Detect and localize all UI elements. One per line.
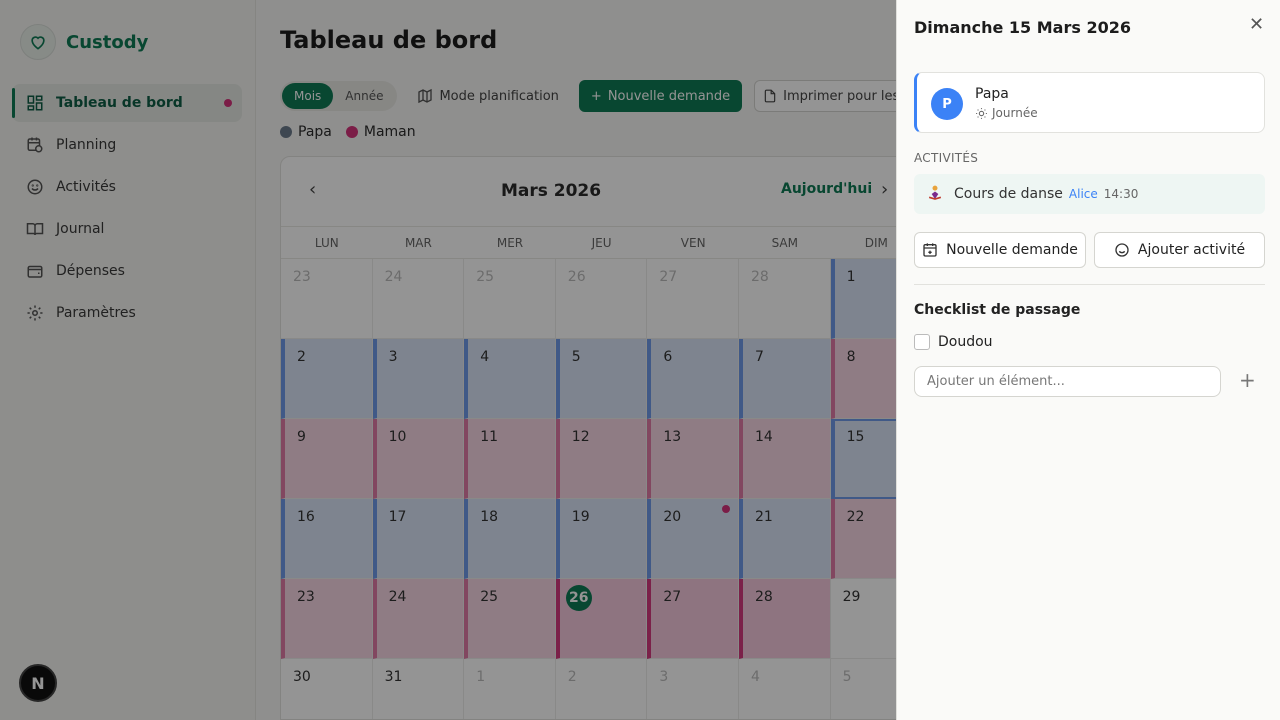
calendar-plus-icon <box>922 242 938 258</box>
activity-child: Alice <box>1068 187 1098 201</box>
checkbox[interactable] <box>914 334 930 350</box>
plus-icon[interactable]: + <box>1239 368 1256 392</box>
add-activity-label: Ajouter activité <box>1137 242 1246 258</box>
close-icon[interactable]: ✕ <box>1249 14 1264 35</box>
drawer-title: Dimanche 15 Mars 2026 <box>914 18 1131 37</box>
custody-parent-card: P Papa Journée <box>914 72 1265 133</box>
activity-name: Cours de danse <box>954 186 1063 202</box>
checklist-item[interactable]: Doudou <box>914 334 993 350</box>
divider <box>914 284 1265 285</box>
new-request-button[interactable]: Nouvelle demande <box>914 232 1086 268</box>
activity-item[interactable]: Cours de danse Alice 14:30 <box>914 174 1265 214</box>
custody-period-label: Journée <box>992 106 1038 120</box>
checklist-title: Checklist de passage <box>914 302 1081 318</box>
day-detail-drawer: Dimanche 15 Mars 2026 ✕ P Papa Journée A… <box>896 0 1280 720</box>
add-item-input[interactable] <box>914 366 1221 397</box>
parent-name: Papa <box>975 86 1009 102</box>
new-request-label: Nouvelle demande <box>946 242 1078 258</box>
sun-icon <box>975 107 988 120</box>
checklist-item-label: Doudou <box>938 334 993 350</box>
dancer-icon <box>924 183 946 205</box>
avatar: P <box>931 88 963 120</box>
smile-icon <box>1114 242 1130 258</box>
activities-heading: ACTIVITÉS <box>914 151 979 165</box>
add-activity-button[interactable]: Ajouter activité <box>1094 232 1265 268</box>
custody-period: Journée <box>975 106 1038 120</box>
activity-time: 14:30 <box>1103 187 1139 201</box>
modal-backdrop[interactable] <box>0 0 896 720</box>
